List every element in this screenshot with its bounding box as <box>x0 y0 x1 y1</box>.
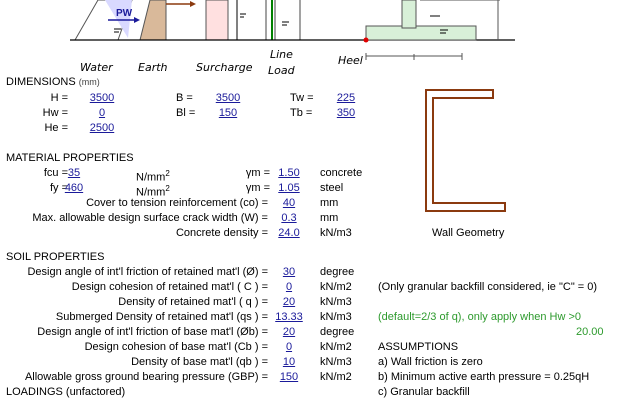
density-unit: kN/m3 <box>320 227 352 239</box>
tb-value[interactable]: 350 <box>330 107 362 120</box>
soil-row-unit: kN/m2 <box>320 371 352 383</box>
wall-geometry-drawing <box>425 89 506 212</box>
gm-steel-value[interactable]: 1.05 <box>274 182 304 195</box>
crack-unit: mm <box>320 212 339 224</box>
soil-row-label: Density of retained mat'l ( q ) = <box>118 296 268 308</box>
soil-row-unit: degree <box>320 266 355 278</box>
gm-concrete-label: γm = <box>245 167 270 179</box>
soil-row-label: Design angle of int'l friction of retain… <box>27 266 268 278</box>
he-label: He = <box>44 122 68 134</box>
assumption-b: b) Minimum active earth pressure = 0.25q… <box>378 371 590 383</box>
cover-unit: mm <box>320 197 339 209</box>
soil-row-label: Design cohesion of base mat'l (Cb ) = <box>84 341 268 353</box>
hw-value[interactable]: 0 <box>84 107 120 120</box>
dimensions-title: DIMENSIONS (mm) <box>6 76 100 88</box>
soil-row-label: Density of base mat'l (qb ) = <box>131 356 268 368</box>
soil-row-label: Allowable gross ground bearing pressure … <box>24 371 268 383</box>
soil-row-value[interactable]: 0 <box>274 341 304 354</box>
soil-row-value[interactable]: 150 <box>274 371 304 384</box>
crack-label: Max. allowable design surface crack widt… <box>32 212 268 224</box>
heel-label: Heel <box>338 54 363 67</box>
loadings-title: LOADINGS (unfactored) <box>6 386 126 398</box>
gm-steel-label: γm = <box>245 182 270 194</box>
wall-geometry-caption: Wall Geometry <box>432 227 505 239</box>
soil-row-value[interactable]: 13.33 <box>272 311 306 324</box>
water-label: Water <box>80 61 113 74</box>
gm-steel-name: steel <box>320 182 344 194</box>
earth-pressure-shape <box>139 0 196 41</box>
soil-row-unit: kN/m2 <box>320 341 352 353</box>
granular-note: (Only granular backfill considered, ie "… <box>378 281 598 293</box>
b-label: B = <box>176 92 193 104</box>
bl-value[interactable]: 150 <box>210 107 246 120</box>
assumption-a: a) Wall friction is zero <box>378 356 483 368</box>
soil-row-value[interactable]: 0 <box>274 281 304 294</box>
line-load-shape <box>265 0 301 40</box>
soil-row-unit: degree <box>320 326 355 338</box>
soil-row-value[interactable]: 10 <box>274 356 304 369</box>
tw-label: Tw = <box>290 92 314 104</box>
soil-row-label: Design cohesion of retained mat'l ( C ) … <box>71 281 268 293</box>
soil-row-label: Submerged Density of retained mat'l (qs … <box>55 311 268 323</box>
earth-label: Earth <box>138 61 168 74</box>
gm-concrete-value[interactable]: 1.50 <box>274 167 304 180</box>
soil-row-unit: kN/m2 <box>320 281 352 293</box>
soil-row-label: Design angle of int'l friction of base m… <box>37 326 268 338</box>
density-label: Concrete density = <box>175 227 268 239</box>
soil-row-unit: kN/m3 <box>320 311 352 323</box>
surcharge-shape <box>205 0 246 41</box>
line-load-label-line2: Load <box>268 64 295 77</box>
wall-section <box>363 0 500 60</box>
default-density-value: 20.00 <box>576 326 604 338</box>
h-value[interactable]: 3500 <box>84 92 120 105</box>
gm-concrete-name: concrete <box>320 167 363 179</box>
assumptions-title: ASSUMPTIONS <box>378 341 459 353</box>
h-label: H = <box>50 92 68 104</box>
pw-label: PW <box>116 8 133 19</box>
he-value[interactable]: 2500 <box>84 122 120 135</box>
cover-label: Cover to tension reinforcement (co) = <box>86 197 268 209</box>
default-density-note: (default=2/3 of q), only apply when Hw >… <box>378 311 582 323</box>
density-value[interactable]: 24.0 <box>274 227 304 240</box>
fcu-value[interactable]: 35 <box>58 167 90 180</box>
fy-value[interactable]: 460 <box>58 182 90 195</box>
soil-row-value[interactable]: 30 <box>274 266 304 279</box>
material-title: MATERIAL PROPERTIES <box>6 152 134 164</box>
tw-value[interactable]: 225 <box>330 92 362 105</box>
soil-row-unit: kN/m3 <box>320 296 352 308</box>
assumption-c: c) Granular backfill <box>378 386 470 398</box>
surcharge-label: Surcharge <box>196 61 253 74</box>
soil-title: SOIL PROPERTIES <box>6 251 105 263</box>
line-load-label-line1: Line <box>270 48 293 61</box>
b-value[interactable]: 3500 <box>210 92 246 105</box>
soil-row-value[interactable]: 20 <box>274 296 304 309</box>
soil-row-value[interactable]: 20 <box>274 326 304 339</box>
crack-value[interactable]: 0.3 <box>274 212 304 225</box>
tb-label: Tb = <box>290 107 313 119</box>
water-pressure-triangle <box>74 0 140 41</box>
bl-label: Bl = <box>176 107 196 119</box>
cover-value[interactable]: 40 <box>274 197 304 210</box>
hw-label: Hw = <box>42 107 68 119</box>
soil-row-unit: kN/m3 <box>320 356 352 368</box>
